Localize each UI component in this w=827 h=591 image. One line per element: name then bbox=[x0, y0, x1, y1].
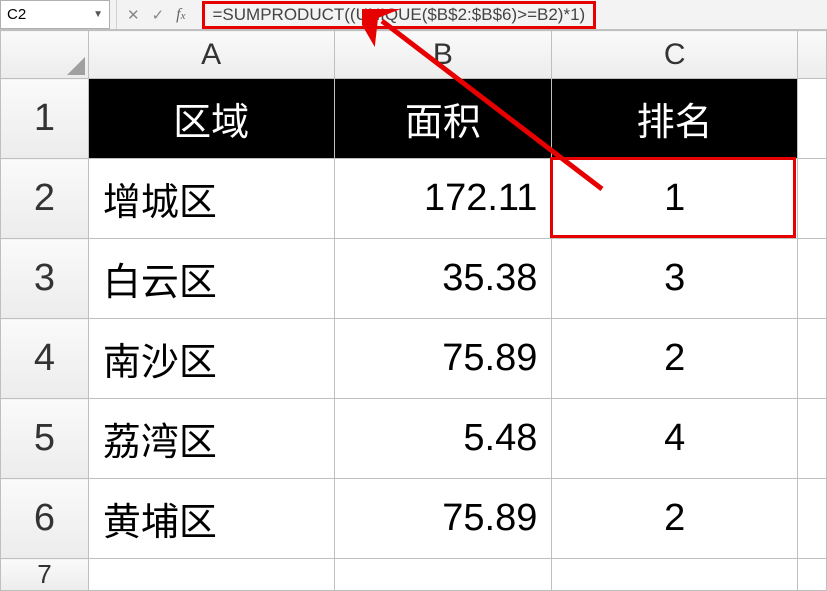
cell-A6[interactable]: 黄埔区 bbox=[88, 479, 334, 559]
cell-B1[interactable]: 面积 bbox=[334, 79, 552, 159]
col-header-B[interactable]: B bbox=[334, 31, 552, 79]
name-box[interactable]: C2 ▼ bbox=[0, 0, 110, 29]
fx-icon[interactable]: fx bbox=[176, 6, 185, 24]
select-all-corner[interactable] bbox=[1, 31, 89, 79]
cell-B2[interactable]: 172.11 bbox=[334, 159, 552, 239]
cell-A4[interactable]: 南沙区 bbox=[88, 319, 334, 399]
cell-B6[interactable]: 75.89 bbox=[334, 479, 552, 559]
cell-A3[interactable]: 白云区 bbox=[88, 239, 334, 319]
cell-B4[interactable]: 75.89 bbox=[334, 319, 552, 399]
spreadsheet-grid[interactable]: A B C 1 区域 面积 排名 2 增城区 172.11 1 3 白云区 35… bbox=[0, 30, 827, 591]
cell-A1[interactable]: 区域 bbox=[88, 79, 334, 159]
cell-C2[interactable]: 1 bbox=[552, 159, 798, 239]
row-header-4[interactable]: 4 bbox=[1, 319, 89, 399]
cell-A2[interactable]: 增城区 bbox=[88, 159, 334, 239]
cell-D7[interactable] bbox=[797, 559, 826, 591]
cell-B5[interactable]: 5.48 bbox=[334, 399, 552, 479]
cell-B3[interactable]: 35.38 bbox=[334, 239, 552, 319]
cell-D3[interactable] bbox=[797, 239, 826, 319]
chevron-down-icon: ▼ bbox=[93, 9, 103, 20]
cell-A5[interactable]: 荔湾区 bbox=[88, 399, 334, 479]
cell-D6[interactable] bbox=[797, 479, 826, 559]
enter-icon[interactable]: ✓ bbox=[152, 6, 165, 24]
row-header-3[interactable]: 3 bbox=[1, 239, 89, 319]
cell-C1[interactable]: 排名 bbox=[552, 79, 798, 159]
name-box-ref: C2 bbox=[7, 6, 26, 23]
formula-text: =SUMPRODUCT((UNIQUE($B$2:$B$6)>=B2)*1) bbox=[202, 1, 597, 29]
cancel-icon[interactable]: ✕ bbox=[127, 6, 140, 24]
formula-bar-area: C2 ▼ ✕ ✓ fx =SUMPRODUCT((UNIQUE($B$2:$B$… bbox=[0, 0, 827, 30]
cell-D2[interactable] bbox=[797, 159, 826, 239]
cell-C4[interactable]: 2 bbox=[552, 319, 798, 399]
cell-D1[interactable] bbox=[797, 79, 826, 159]
row-header-7[interactable]: 7 bbox=[1, 559, 89, 591]
formula-bar-icons: ✕ ✓ fx bbox=[117, 0, 196, 29]
row-header-6[interactable]: 6 bbox=[1, 479, 89, 559]
row-header-5[interactable]: 5 bbox=[1, 399, 89, 479]
cell-C3[interactable]: 3 bbox=[552, 239, 798, 319]
row-header-1[interactable]: 1 bbox=[1, 79, 89, 159]
cell-B7[interactable] bbox=[334, 559, 552, 591]
col-header-D[interactable] bbox=[797, 31, 826, 79]
cell-A7[interactable] bbox=[88, 559, 334, 591]
col-header-C[interactable]: C bbox=[552, 31, 798, 79]
cell-C7[interactable] bbox=[552, 559, 798, 591]
cell-D5[interactable] bbox=[797, 399, 826, 479]
cell-C5[interactable]: 4 bbox=[552, 399, 798, 479]
cell-D4[interactable] bbox=[797, 319, 826, 399]
formula-input-area[interactable]: =SUMPRODUCT((UNIQUE($B$2:$B$6)>=B2)*1) bbox=[196, 0, 827, 29]
cell-C6[interactable]: 2 bbox=[552, 479, 798, 559]
row-header-2[interactable]: 2 bbox=[1, 159, 89, 239]
col-header-A[interactable]: A bbox=[88, 31, 334, 79]
